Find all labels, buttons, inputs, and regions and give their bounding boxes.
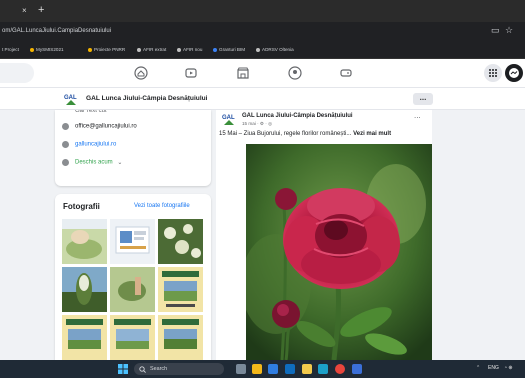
bookmarks-bar: t Project MySMIS2021 Proiecte PNRR AFIR … bbox=[0, 42, 525, 59]
taskbar-search-placeholder: Search bbox=[150, 366, 168, 372]
menu-grid-button[interactable] bbox=[484, 64, 502, 82]
clock-icon bbox=[62, 159, 69, 166]
tray-overflow-button[interactable]: ⌃ bbox=[476, 365, 480, 371]
task-view-icon[interactable] bbox=[236, 364, 246, 374]
facebook-top-nav bbox=[0, 59, 525, 88]
tab-close-button[interactable]: × bbox=[22, 7, 27, 15]
photo-thumbnail[interactable] bbox=[62, 219, 107, 264]
bookmark-icon bbox=[88, 47, 92, 52]
see-all-photos-link[interactable]: Vezi toate fotografiile bbox=[134, 203, 190, 209]
bookmark-item[interactable]: Granturi BIM bbox=[213, 47, 245, 52]
photo-thumbnail[interactable] bbox=[110, 267, 155, 312]
intro-hours-row[interactable]: Deschis acum ⌄ bbox=[62, 159, 122, 169]
bookmark-item[interactable]: Proiecte PNRR bbox=[88, 47, 125, 52]
messenger-button[interactable] bbox=[505, 64, 523, 82]
post-author-name[interactable]: GAL Lunca Jiului-Câmpia Desnățuiului bbox=[242, 113, 353, 119]
photos-title: Fotografii bbox=[63, 202, 100, 211]
outlook-icon[interactable] bbox=[285, 364, 295, 374]
page-sticky-header: GAL GAL Lunca Jiului-Câmpia Desnățuiului… bbox=[0, 88, 525, 110]
intro-website-link[interactable]: galluncajiului.ro bbox=[75, 142, 116, 148]
svg-text:GAL: GAL bbox=[222, 115, 235, 121]
svg-text:GAL: GAL bbox=[64, 95, 77, 101]
page-more-button[interactable]: ... bbox=[413, 93, 433, 105]
word-icon[interactable] bbox=[352, 364, 362, 374]
post-timestamp[interactable]: 15 mai · ⚙ · ◎ bbox=[242, 121, 272, 127]
intro-email[interactable]: office@galluncajiului.ro bbox=[75, 124, 137, 130]
messenger-icon bbox=[509, 68, 519, 78]
browser-tab-bar: × + bbox=[0, 0, 525, 22]
language-indicator[interactable]: ENG bbox=[488, 365, 499, 371]
photo-thumbnail[interactable] bbox=[110, 315, 155, 360]
tray-status-icons[interactable]: ◔ ⊕ bbox=[504, 365, 513, 371]
bookmark-icon bbox=[256, 47, 260, 52]
windows-taskbar: Search ⌃ ENG ◔ ⊕ bbox=[0, 360, 525, 378]
photo-thumbnail[interactable] bbox=[158, 267, 203, 312]
post-card: GAL GAL Lunca Jiului-Câmpia Desnățuiului… bbox=[216, 110, 432, 360]
photo-thumbnail[interactable] bbox=[62, 315, 107, 360]
page-title[interactable]: GAL Lunca Jiului-Câmpia Desnățuiului bbox=[86, 95, 208, 102]
photos-card: Fotografii Vezi toate fotografiile bbox=[55, 194, 211, 360]
bookmark-item[interactable]: AFIR nou bbox=[177, 47, 202, 52]
chrome-icon[interactable] bbox=[335, 364, 345, 374]
intro-card: Gal Text cut office@galluncajiului.ro ga… bbox=[55, 110, 211, 186]
intro-cut-line: Gal Text cut bbox=[75, 110, 107, 113]
bookmark-item[interactable]: AFIR extrat bbox=[137, 47, 166, 52]
bookmark-item[interactable]: ADRSV Oltenia bbox=[256, 47, 294, 52]
widgets-icon[interactable] bbox=[252, 364, 262, 374]
post-text: 15 Mai – Ziua Bujorului, regele florilor… bbox=[219, 131, 391, 137]
search-icon bbox=[139, 366, 146, 373]
new-tab-button[interactable]: + bbox=[38, 5, 44, 16]
post-options-button[interactable]: ... bbox=[414, 111, 421, 120]
see-more-link[interactable]: Vezi mai mult bbox=[353, 131, 391, 137]
bookmark-icon bbox=[177, 47, 181, 52]
email-icon bbox=[62, 123, 69, 130]
globe-icon bbox=[62, 141, 69, 148]
photo-thumbnail[interactable] bbox=[110, 219, 155, 264]
post-text-body: 15 Mai – Ziua Bujorului, regele florilor… bbox=[219, 131, 352, 137]
page-content: Gal Text cut office@galluncajiului.ro ga… bbox=[0, 110, 525, 360]
star-icon[interactable]: ☆ bbox=[505, 26, 513, 35]
page-logo-icon[interactable]: GAL bbox=[64, 92, 78, 106]
post-peony-photo[interactable] bbox=[246, 144, 432, 360]
facebook-search-box[interactable] bbox=[0, 63, 34, 83]
intro-hours-status[interactable]: Deschis acum bbox=[75, 160, 113, 166]
file-explorer-icon[interactable] bbox=[302, 364, 312, 374]
photo-thumbnail[interactable] bbox=[158, 219, 203, 264]
chevron-down-icon[interactable]: ⌄ bbox=[117, 160, 122, 166]
bookmark-item[interactable]: MySMIS2021 bbox=[30, 47, 64, 52]
bookmark-icon bbox=[137, 47, 141, 52]
address-bar[interactable]: om/GAL.LuncaJiului.CampiaDesnatuiului ▭ … bbox=[0, 22, 525, 42]
marketplace-icon[interactable] bbox=[236, 66, 250, 80]
intro-website-row: galluncajiului.ro bbox=[62, 141, 116, 151]
bookmark-icon bbox=[213, 47, 217, 52]
grid-icon bbox=[489, 69, 497, 77]
windows-start-icon[interactable] bbox=[118, 364, 128, 374]
edge-icon[interactable] bbox=[318, 364, 328, 374]
bookmark-icon bbox=[30, 47, 34, 52]
photo-thumbnail[interactable] bbox=[62, 267, 107, 312]
photo-thumbnail[interactable] bbox=[158, 315, 203, 360]
taskbar-search-box[interactable]: Search bbox=[134, 363, 224, 375]
gaming-icon[interactable] bbox=[339, 66, 353, 80]
watch-icon[interactable] bbox=[184, 66, 198, 80]
bookmark-item[interactable]: t Project bbox=[2, 47, 19, 52]
intro-email-row: office@galluncajiului.ro bbox=[62, 123, 137, 133]
post-author-logo-icon[interactable]: GAL bbox=[222, 112, 236, 126]
teams-icon[interactable] bbox=[268, 364, 278, 374]
url-text[interactable]: om/GAL.LuncaJiului.CampiaDesnatuiului bbox=[2, 28, 111, 34]
groups-icon[interactable] bbox=[288, 66, 302, 80]
extension-icon[interactable]: ▭ bbox=[491, 26, 500, 35]
home-icon[interactable] bbox=[134, 66, 148, 80]
